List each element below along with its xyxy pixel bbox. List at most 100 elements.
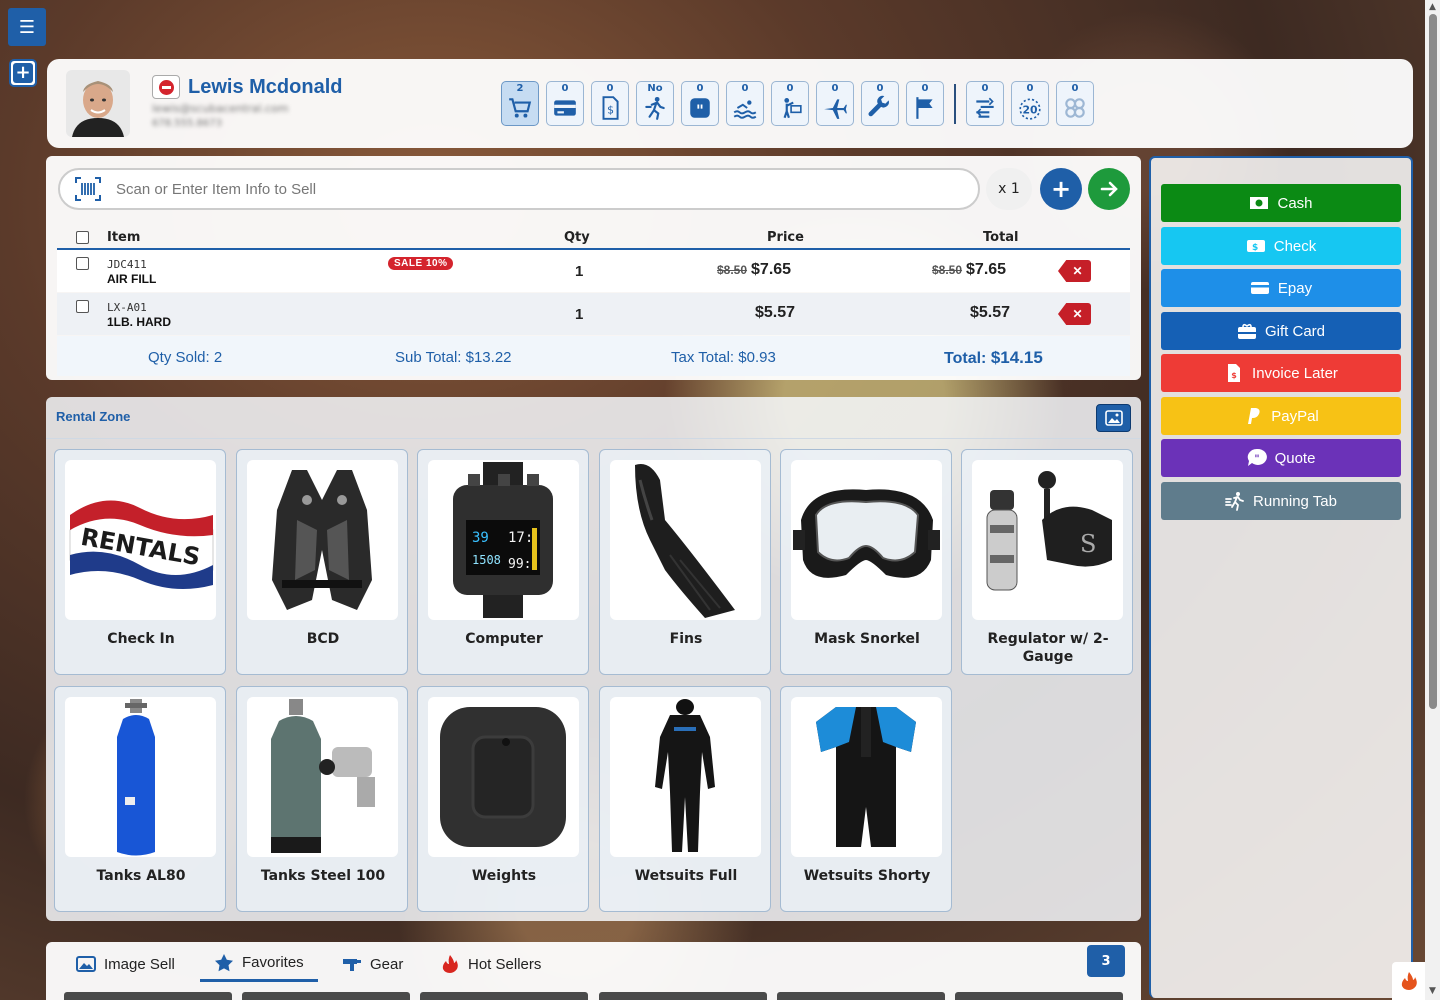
table-row[interactable]: JDC411 AIR FILL SALE 10% 1 $8.50 $7.65 $… (57, 250, 1130, 292)
cart-totals: Qty Sold: 2 Sub Total: $13.22 Tax Total:… (57, 336, 1130, 376)
mask-image (791, 460, 942, 620)
rental-tile-wetsuits-full[interactable]: Wetsuits Full (599, 686, 771, 912)
stat-quote[interactable]: 0 " (681, 81, 719, 126)
gear-cluster-icon (1065, 98, 1085, 118)
svg-text:99:: 99: (508, 557, 531, 572)
rental-tile-check-in[interactable]: RENTALS Check In (54, 449, 226, 675)
customer-name[interactable]: Lewis Mcdonald (188, 76, 342, 99)
invoice-dollar-icon: $ (602, 96, 619, 120)
scroll-up-icon[interactable]: ▲ (1427, 2, 1438, 12)
stat-running[interactable]: No (636, 81, 674, 126)
delete-row-button[interactable]: ✕ (1058, 260, 1091, 282)
tile-label: Fins (669, 631, 703, 647)
running-person-icon (645, 96, 665, 120)
stat-cart[interactable]: 2 (501, 81, 539, 126)
item-sku: JDC411 (107, 258, 147, 271)
tile-label: Wetsuits Shorty (803, 868, 931, 884)
delete-row-button[interactable]: ✕ (1058, 303, 1091, 325)
rental-tile-regulator[interactable]: S Regulator w/ 2-Gauge (961, 449, 1133, 675)
rental-tile-bcd[interactable]: BCD (236, 449, 408, 675)
svg-text:": " (1254, 454, 1259, 465)
new-sale-button[interactable]: + (9, 59, 37, 87)
pay-quote-button[interactable]: " Quote (1161, 439, 1401, 477)
tab-gear[interactable]: Gear (328, 946, 417, 982)
product-strip (599, 992, 767, 1000)
item-price[interactable]: $5.57 (755, 304, 795, 322)
select-all-checkbox[interactable] (76, 231, 89, 244)
original-price: $8.50 (717, 263, 748, 277)
payment-panel: Cash $ Check Epay Gift Card $ Invoice La… (1149, 156, 1413, 998)
stat-instructor[interactable]: 0 (771, 81, 809, 126)
customer-status-icon[interactable] (152, 75, 180, 99)
stat-service[interactable]: 0 (861, 81, 899, 126)
item-sku: LX-A01 (107, 301, 147, 314)
plus-icon: + (1050, 175, 1072, 203)
row-checkbox[interactable] (76, 300, 89, 313)
stat-twenty[interactable]: 0 20 (1011, 81, 1049, 126)
tile-label: Check In (107, 631, 175, 647)
svg-text:$: $ (1231, 371, 1237, 380)
table-row[interactable]: LX-A01 1LB. HARD 1 $5.57 $5.57 ✕ (57, 293, 1130, 335)
qty-sold: Qty Sold: 2 (148, 349, 223, 366)
regulator-image: S (972, 460, 1123, 620)
rental-tile-mask-snorkel[interactable]: Mask Snorkel (780, 449, 952, 675)
pay-invoice-later-button[interactable]: $ Invoice Later (1161, 354, 1401, 392)
pay-check-button[interactable]: $ Check (1161, 227, 1401, 265)
plus-icon: + (13, 63, 33, 83)
rental-tile-tanks-al80[interactable]: Tanks AL80 (54, 686, 226, 912)
tile-label: Tanks Steel 100 (260, 868, 386, 884)
rental-tile-fins[interactable]: Fins (599, 449, 771, 675)
menu-button[interactable]: ☰ (8, 8, 46, 46)
tabs-count-button[interactable]: 3 (1087, 945, 1125, 977)
grand-total: Total: $14.15 (944, 348, 1043, 367)
add-item-button[interactable]: + (1040, 168, 1082, 210)
rental-tile-tanks-steel-100[interactable]: Tanks Steel 100 (236, 686, 408, 912)
item-qty[interactable]: 1 (575, 263, 583, 280)
tab-favorites[interactable]: Favorites (200, 946, 318, 982)
pay-cash-button[interactable]: Cash (1161, 184, 1401, 222)
item-qty[interactable]: 1 (575, 306, 583, 323)
stat-gear[interactable]: 0 (1056, 81, 1094, 126)
item-price[interactable]: $7.65 (751, 261, 791, 279)
tab-image-sell[interactable]: Image Sell (62, 946, 189, 982)
rental-tile-computer[interactable]: 39 17: 1508 99: Computer (417, 449, 589, 675)
pay-paypal-button[interactable]: PayPal (1161, 397, 1401, 435)
stat-card[interactable]: 0 (546, 81, 584, 126)
stat-invoice[interactable]: 0 $ (591, 81, 629, 126)
stat-rental[interactable]: 0 (966, 81, 1004, 126)
stat-swim[interactable]: 0 (726, 81, 764, 126)
gift-card-icon (1237, 323, 1256, 339)
search-bar[interactable] (58, 168, 980, 210)
stat-trip[interactable]: 0 (816, 81, 854, 126)
product-strip (242, 992, 410, 1000)
row-checkbox[interactable] (76, 257, 89, 270)
image-icon (1104, 410, 1123, 426)
subtotal: Sub Total: $13.22 (395, 349, 512, 366)
tile-label: Mask Snorkel (814, 631, 920, 647)
pay-epay-button[interactable]: Epay (1161, 269, 1401, 307)
cart-table-header: Item Qty Price Total (57, 226, 1130, 250)
dive-computer-image: 39 17: 1508 99: (428, 460, 579, 620)
stat-flag[interactable]: 0 (906, 81, 944, 126)
customer-phone: 678.555.8673 (152, 118, 222, 129)
scrollbar-thumb[interactable] (1429, 14, 1437, 709)
hot-floating-button[interactable] (1392, 962, 1425, 1000)
bcd-vest-image (247, 460, 398, 620)
avatar[interactable] (66, 70, 130, 137)
image-view-button[interactable] (1096, 404, 1131, 432)
header-item: Item (107, 230, 141, 245)
rental-tile-wetsuits-shorty[interactable]: Wetsuits Shorty (780, 686, 952, 912)
tab-hot-sellers[interactable]: Hot Sellers (426, 946, 555, 982)
proceed-button[interactable] (1088, 168, 1130, 210)
svg-text:S: S (1080, 530, 1096, 558)
pay-running-tab-button[interactable]: Running Tab (1161, 482, 1401, 520)
scroll-down-icon[interactable]: ▼ (1427, 986, 1438, 996)
weight-block-image (428, 697, 579, 857)
pay-gift-card-button[interactable]: Gift Card (1161, 312, 1401, 350)
flag-icon (916, 97, 933, 119)
quantity-multiplier[interactable]: x 1 (986, 168, 1032, 210)
running-tab-icon (1225, 492, 1244, 511)
search-input[interactable] (116, 180, 956, 198)
plane-icon (824, 99, 847, 119)
rental-tile-weights[interactable]: Weights (417, 686, 589, 912)
